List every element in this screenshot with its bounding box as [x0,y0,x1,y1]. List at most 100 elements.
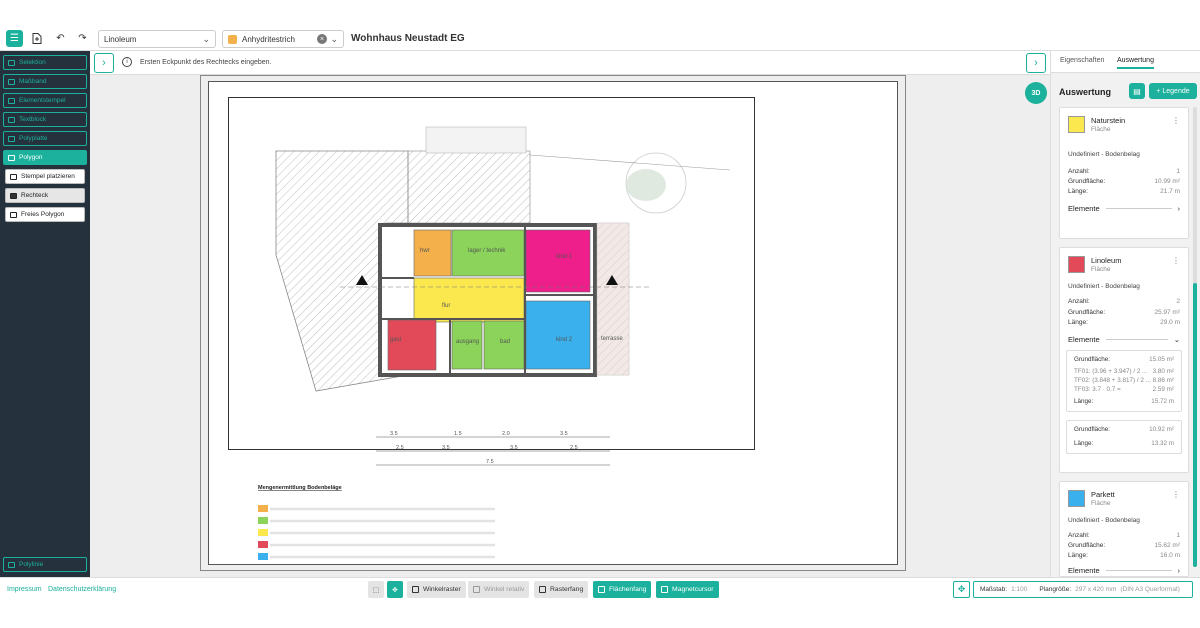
magnet-cursor-button[interactable]: Magnetcursor [656,581,719,598]
room-label: ausgang [456,339,479,345]
drawing-canvas[interactable]: hwr lager / technik kind 1 flur gast aus… [90,75,1050,577]
scale-label: Maßstab: [980,586,1008,593]
stat-value: 1 [1176,168,1180,175]
element-detail[interactable]: Grundfläche: 15.05 m² TF01: (3.96 + 3.947… [1066,350,1182,412]
button-label: Flächenfang [609,586,647,593]
screed-select-value: Anhydritestrich [242,34,295,44]
dimension-label: 2.0 [502,431,510,437]
button-label: Winkel relativ [484,586,525,593]
select-frame-icon[interactable]: ⬚ [368,581,384,598]
material-swatch [1068,256,1085,273]
add-legend-button[interactable]: + Legende [1149,83,1197,99]
material-card-parkett[interactable]: Parkett Fläche ⋮ Undefiniert - Bodenbela… [1059,481,1189,577]
detail-value: 15.05 m² [1149,356,1174,363]
angle-grid-button[interactable]: Winkelraster [407,581,466,598]
stat-value: 2 [1176,298,1180,305]
fit-view-icon[interactable]: ✥ [953,581,970,598]
tool-polygon[interactable]: Polygon [3,150,87,165]
screed-color-swatch [228,34,237,44]
angle-relative-button[interactable]: Winkel relativ [468,581,530,598]
stat-row: Anzahl: 1 [1068,168,1180,175]
elements-toggle[interactable]: Elemente › [1068,204,1180,213]
chevron-right-icon[interactable]: › [1026,53,1046,73]
info-bar: › i Ersten Eckpunkt des Rechtecks eingeb… [90,51,1050,75]
tool-polyline[interactable]: Polylinie [3,557,87,572]
chevron-right-icon[interactable]: › [94,53,114,73]
more-icon[interactable]: ⋮ [1172,490,1180,499]
room-label: flur [442,303,450,309]
material-swatch [1068,116,1085,133]
tool-tape-measure[interactable]: Maßband [3,74,87,89]
detail-value: 10.92 m² [1149,426,1174,433]
privacy-link[interactable]: Datenschutzerklärung [48,586,116,593]
tool-element-stamp[interactable]: Elementstempel [3,93,87,108]
list-icon[interactable]: ▤ [1129,83,1145,99]
tab-evaluation[interactable]: Auswertung [1117,57,1154,69]
room-terrasse[interactable] [597,223,629,375]
material-name: Parkett [1091,490,1115,499]
menu-icon[interactable]: ☰ [6,30,23,47]
room-gast[interactable] [387,319,437,371]
tool-place-stamp[interactable]: Stempel platzieren [5,169,85,184]
material-card-naturstein[interactable]: Naturstein Fläche ⋮ Undefiniert - Bodenb… [1059,107,1189,239]
material-card-linoleum[interactable]: Linoleum Fläche ⋮ Undefiniert - Bodenbel… [1059,247,1189,473]
formula-value: 3.80 m² [1152,368,1174,375]
room-ausgang[interactable] [451,320,483,370]
dimension-label: 3.5 [390,431,398,437]
legend-swatch [258,505,268,512]
ruler-icon [8,78,15,85]
elements-label: Elemente [1068,335,1100,344]
tool-label: Stempel platzieren [21,173,75,180]
room-flur[interactable] [413,277,525,323]
element-detail[interactable]: Grundfläche: 10.92 m² Länge: 13.32 m [1066,420,1182,454]
room-label: lager / technik [468,248,506,254]
stat-label: Länge: [1068,552,1088,559]
material-select[interactable]: Linoleum ⌄ [98,30,216,48]
plan-size-label: Plangröße: [1039,586,1072,593]
stat-value: 21.7 m [1160,188,1180,195]
elements-toggle[interactable]: Elemente ⌄ [1068,335,1180,344]
imprint-link[interactable]: Impressum [7,586,42,593]
dimension-label: 3.5 [560,431,568,437]
tool-rectangle[interactable]: Rechteck [5,188,85,203]
stat-label: Länge: [1068,319,1088,326]
stat-label: Grundfläche: [1068,542,1106,549]
tool-selection[interactable]: Selektion [3,55,87,70]
more-icon[interactable]: ⋮ [1172,256,1180,265]
stat-label: Anzahl: [1068,298,1090,305]
material-name: Naturstein [1091,116,1126,125]
clear-icon[interactable]: × [317,34,327,44]
detail-label: Grundfläche: [1074,356,1111,363]
elements-toggle[interactable]: Elemente › [1068,566,1180,575]
plan-scale-info[interactable]: Maßstab: 1:100 Plangröße: 297 x 420 mm (… [973,581,1193,598]
crosshair-icon[interactable]: ✥ [387,581,403,598]
stat-row: Länge: 16.0 m [1068,552,1180,559]
room-bad[interactable] [483,320,525,370]
add-file-icon[interactable] [28,30,45,47]
area-snap-button[interactable]: Flächenfang [593,581,652,598]
more-icon[interactable]: ⋮ [1172,116,1180,125]
tool-label: Selektion [19,59,46,66]
tab-properties[interactable]: Eigenschaften [1060,57,1104,64]
grid-snap-icon [539,586,546,593]
view-3d-button[interactable]: 3D [1025,82,1047,104]
redo-icon[interactable]: ↷ [74,30,91,47]
tool-textblock[interactable]: Textblock [3,112,87,127]
room-kind-2[interactable] [525,300,591,370]
scrollbar-thumb[interactable] [1193,283,1197,567]
stat-value: 15.62 m² [1154,542,1180,549]
stat-value: 29.0 m [1160,319,1180,326]
room-kind-1[interactable] [525,229,591,293]
stamp-icon [8,97,15,104]
room-label: kind 1 [556,254,573,260]
formula-value: 2.59 m² [1152,386,1174,393]
grid-snap-button[interactable]: Rasterfang [534,581,589,598]
undo-icon[interactable]: ↶ [52,30,69,47]
tool-polyplate[interactable]: Polyplatte [3,131,87,146]
tool-free-polygon[interactable]: Freies Polygon [5,207,85,222]
tool-label: Maßband [19,78,47,85]
plan-format: (DIN A3 Querformat) [1120,586,1180,593]
screed-select[interactable]: Anhydritestrich × ⌄ [222,30,344,48]
floor-plan[interactable]: hwr lager / technik kind 1 flur gast aus… [90,75,1050,577]
button-label: Rasterfang [550,586,584,593]
